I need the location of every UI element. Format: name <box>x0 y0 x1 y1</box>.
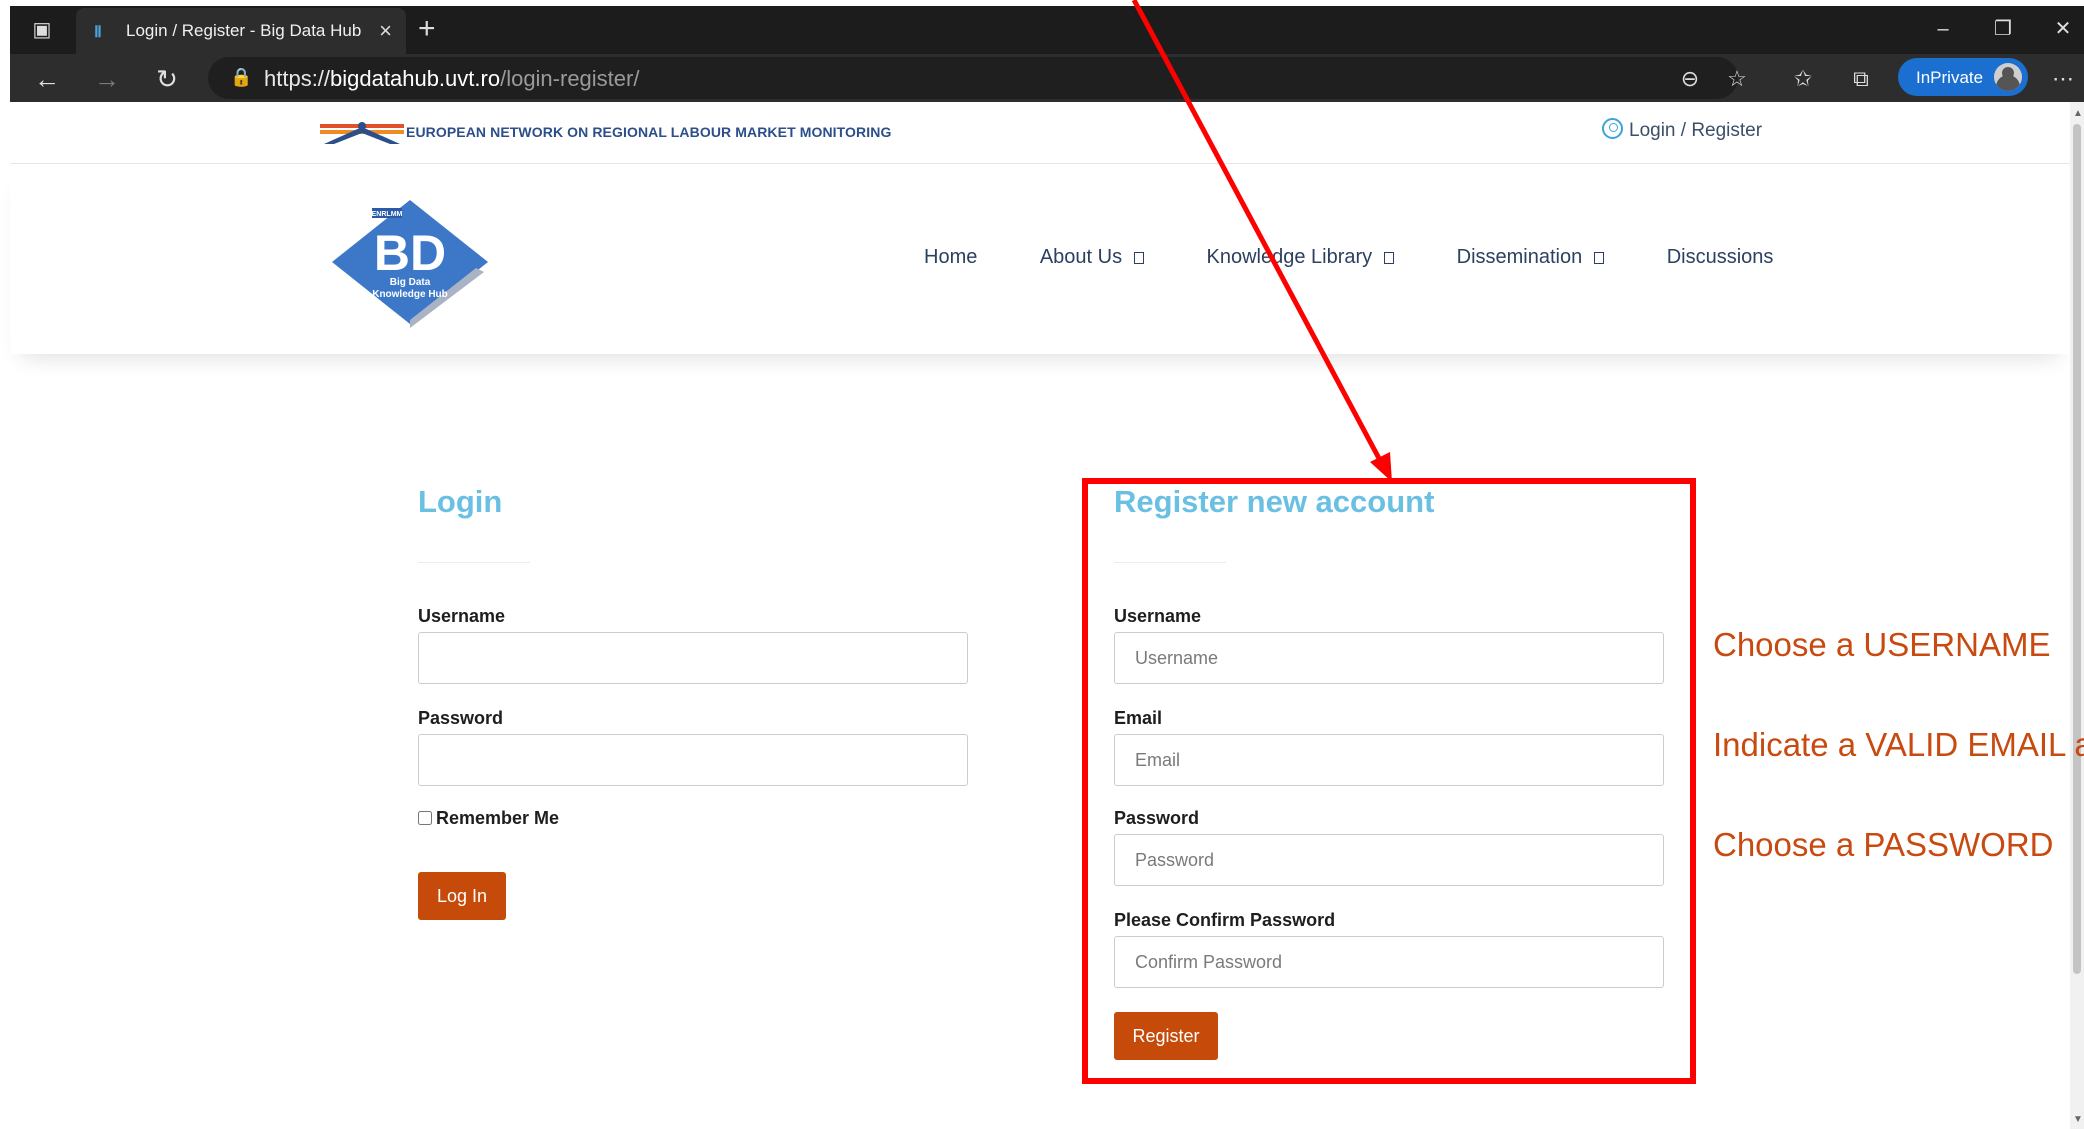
scroll-down-icon[interactable]: ▼ <box>2073 1114 2083 1125</box>
main-nav: Home About Us Knowledge Library Dissemin… <box>924 246 1831 269</box>
more-options-icon[interactable]: ⋯ <box>2048 64 2078 94</box>
login-title: Login <box>418 484 503 519</box>
window-minimize-icon[interactable]: – <box>1928 14 1958 44</box>
browser-tab[interactable]: Ⅱ Login / Register - Big Data Hub × <box>76 8 406 54</box>
top-bar: EUROPEAN NETWORK ON REGIONAL LABOUR MARK… <box>10 102 2070 164</box>
note-password: Choose a PASSWORD <box>1713 826 2054 863</box>
reload-icon[interactable]: ↻ <box>150 62 184 96</box>
big-data-hub-logo[interactable]: ENRLMM BD Big Data Knowledge Hub <box>326 192 494 330</box>
nav-item-home[interactable]: Home <box>924 246 977 269</box>
back-arrow-icon[interactable]: ← <box>30 62 64 96</box>
tab-actions-icon[interactable]: ▣ <box>28 16 56 44</box>
logo-line2: Knowledge Hub <box>372 289 448 300</box>
login-username-label: Username <box>418 606 506 626</box>
register-highlight-box <box>1082 478 1696 1084</box>
address-bar[interactable]: 🔒 https://bigdatahub.uvt.ro/login-regist… <box>208 57 1738 99</box>
scroll-up-icon[interactable]: ▲ <box>2073 108 2083 119</box>
remember-me[interactable]: Remember Me <box>418 808 559 829</box>
new-tab-icon[interactable]: + <box>418 12 436 46</box>
web-page: EUROPEAN NETWORK ON REGIONAL LABOUR MARK… <box>10 102 2070 1129</box>
nav-item-about-us[interactable]: About Us <box>1040 246 1145 269</box>
tab-title: Login / Register - Big Data Hub <box>126 21 362 40</box>
add-favorite-icon[interactable]: ☆ <box>1722 64 1752 94</box>
note-email: Indicate a VALID EMAIL a <box>1713 726 2084 763</box>
login-register-link[interactable]: Login / Register <box>1602 118 1762 142</box>
log-in-button[interactable]: Log In <box>418 872 506 920</box>
note-username: Choose a USERNAME <box>1713 626 2051 663</box>
browser-toolbar: ← → ↻ 🔒 https://bigdatahub.uvt.ro/login-… <box>10 54 2084 102</box>
network-logo-icon <box>320 122 404 144</box>
login-title-divider <box>418 562 530 563</box>
logo-line1: Big Data <box>390 277 431 288</box>
nav-item-knowledge-library[interactable]: Knowledge Library <box>1207 246 1395 269</box>
inprivate-badge[interactable]: InPrivate <box>1898 58 2028 96</box>
page-scrollbar[interactable]: ▲ ▼ <box>2070 102 2084 1129</box>
nav-item-discussions[interactable]: Discussions <box>1667 246 1774 269</box>
scroll-thumb[interactable] <box>2073 124 2081 974</box>
forward-arrow-icon[interactable]: → <box>90 62 124 96</box>
dropdown-caret-icon <box>1134 252 1145 264</box>
logo-letters: BD <box>374 225 446 281</box>
site-favicon-icon: Ⅱ <box>94 24 102 41</box>
network-name: EUROPEAN NETWORK ON REGIONAL LABOUR MARK… <box>406 124 892 140</box>
browser-tab-strip: ▣ Ⅱ Login / Register - Big Data Hub × + … <box>10 6 2084 54</box>
login-password-input[interactable] <box>418 734 968 786</box>
dropdown-caret-icon <box>1384 252 1395 264</box>
collections-icon[interactable]: ⧉ <box>1846 64 1876 94</box>
dropdown-caret-icon <box>1594 252 1605 264</box>
site-header: ENRLMM BD Big Data Knowledge Hub Home Ab… <box>10 164 2070 354</box>
login-password-label: Password <box>418 708 504 728</box>
profile-avatar-icon <box>1994 63 2022 91</box>
window-close-icon[interactable]: ✕ <box>2048 14 2078 44</box>
nav-item-dissemination[interactable]: Dissemination <box>1457 246 1605 269</box>
favorites-icon[interactable]: ✩ <box>1788 64 1818 94</box>
user-circle-icon <box>1602 118 1623 139</box>
zoom-out-icon[interactable]: ⊖ <box>1675 64 1705 94</box>
login-username-input[interactable] <box>418 632 968 684</box>
logo-small-text: ENRLMM <box>372 211 403 218</box>
remember-me-checkbox[interactable] <box>418 811 432 825</box>
lock-icon[interactable]: 🔒 <box>230 67 252 87</box>
window-restore-icon[interactable]: ❐ <box>1988 14 2018 44</box>
tab-close-icon[interactable]: × <box>379 18 392 44</box>
url-text[interactable]: https://bigdatahub.uvt.ro/login-register… <box>264 66 639 92</box>
